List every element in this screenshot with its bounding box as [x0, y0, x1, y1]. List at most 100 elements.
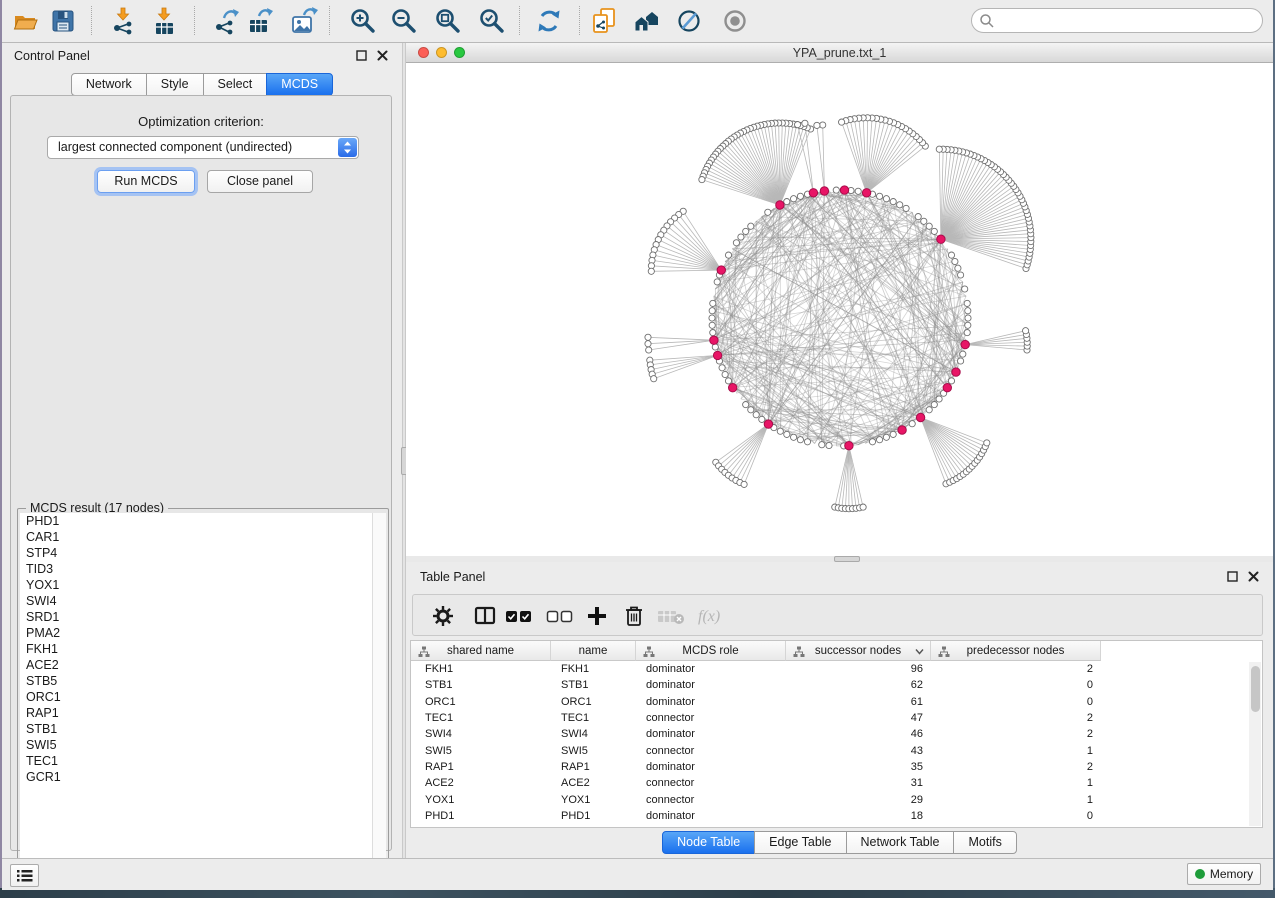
graph-node[interactable]	[710, 300, 716, 306]
graph-node[interactable]	[777, 428, 783, 434]
table-tab-motifs[interactable]: Motifs	[953, 831, 1016, 854]
zoom-fit-icon[interactable]	[434, 7, 462, 35]
mcds-result-item[interactable]: ORC1	[20, 689, 372, 705]
graph-node[interactable]	[725, 252, 731, 258]
table-row[interactable]: ORC1ORC1dominator610	[411, 694, 1249, 710]
new-network-from-selection-icon[interactable]	[590, 7, 618, 35]
mcds-result-item[interactable]: SRD1	[20, 609, 372, 625]
graph-node[interactable]	[699, 177, 705, 183]
graph-node[interactable]	[826, 442, 832, 448]
graph-hub-node[interactable]	[952, 368, 960, 376]
graph-node[interactable]	[855, 188, 861, 194]
graph-node[interactable]	[965, 308, 971, 314]
graph-node[interactable]	[948, 252, 954, 258]
mcds-result-item[interactable]: SWI4	[20, 593, 372, 609]
mcds-result-item[interactable]: ACE2	[20, 657, 372, 673]
mcds-result-list[interactable]: PHD1CAR1STP4TID3YOX1SWI4SRD1PMA2FKH1ACE2…	[20, 513, 373, 883]
tab-select[interactable]: Select	[203, 73, 268, 96]
mcds-result-scrollbar[interactable]	[372, 513, 386, 883]
graph-node[interactable]	[965, 322, 971, 328]
table-row[interactable]: TEC1TEC1connector472	[411, 710, 1249, 726]
graph-node[interactable]	[709, 322, 715, 328]
graph-node[interactable]	[958, 358, 964, 364]
graph-hub-node[interactable]	[943, 384, 951, 392]
column-header-successor-nodes[interactable]: successor nodes	[786, 641, 931, 661]
graph-node[interactable]	[648, 268, 654, 274]
graph-node[interactable]	[909, 421, 915, 427]
table-tab-node-table[interactable]: Node Table	[662, 831, 755, 854]
graph-node[interactable]	[948, 378, 954, 384]
graph-node[interactable]	[890, 431, 896, 437]
graph-node[interactable]	[962, 286, 968, 292]
mcds-result-item[interactable]: PMA2	[20, 625, 372, 641]
graph-node[interactable]	[890, 199, 896, 205]
graph-hub-node[interactable]	[729, 384, 737, 392]
delete-columns-icon[interactable]	[622, 604, 646, 628]
graph-node[interactable]	[931, 228, 937, 234]
graph-node[interactable]	[820, 122, 826, 128]
criterion-select[interactable]: largest connected component (undirected)	[47, 136, 359, 159]
memory-button[interactable]: Memory	[1187, 863, 1261, 885]
table-row[interactable]: ACE2ACE2connector311	[411, 775, 1249, 791]
graph-hub-node[interactable]	[776, 201, 784, 209]
graph-node[interactable]	[958, 272, 964, 278]
graph-node[interactable]	[753, 412, 759, 418]
graph-node[interactable]	[710, 330, 716, 336]
graph-node[interactable]	[955, 265, 961, 271]
graph-hub-node[interactable]	[764, 420, 772, 428]
deselect-all-checkboxes-icon[interactable]	[546, 604, 580, 628]
mcds-result-item[interactable]: YOX1	[20, 577, 372, 593]
mcds-result-item[interactable]: STP4	[20, 545, 372, 561]
export-image-icon[interactable]	[290, 7, 318, 35]
table-row[interactable]: SWI5SWI5connector431	[411, 742, 1249, 758]
graph-node[interactable]	[765, 209, 771, 215]
column-header-predecessor-nodes[interactable]: predecessor nodes	[931, 641, 1101, 661]
graph-node[interactable]	[960, 351, 966, 357]
export-table-icon[interactable]	[246, 7, 274, 35]
network-canvas[interactable]	[406, 63, 1273, 556]
run-mcds-button[interactable]: Run MCDS	[97, 170, 195, 193]
graph-hub-node[interactable]	[809, 189, 817, 197]
table-row[interactable]: YOX1YOX1connector291	[411, 791, 1249, 807]
graph-node[interactable]	[651, 376, 657, 382]
import-network-icon[interactable]	[109, 7, 137, 35]
graph-node[interactable]	[791, 196, 797, 202]
save-session-icon[interactable]	[49, 7, 77, 35]
open-file-icon[interactable]	[11, 7, 39, 35]
graph-node[interactable]	[877, 437, 883, 443]
graph-node[interactable]	[797, 193, 803, 199]
graph-node[interactable]	[839, 119, 845, 125]
network-window-titlebar[interactable]: YPA_prune.txt_1	[406, 43, 1273, 63]
close-panel-icon[interactable]	[377, 50, 388, 61]
tab-mcds[interactable]: MCDS	[266, 73, 333, 96]
table-scrollbar-thumb[interactable]	[1251, 666, 1260, 712]
search-field[interactable]	[971, 8, 1263, 33]
float-panel-icon[interactable]	[1227, 571, 1238, 582]
column-settings-gear-icon[interactable]	[431, 604, 455, 628]
graph-node[interactable]	[926, 407, 932, 413]
column-header-name[interactable]: name	[551, 641, 636, 661]
network-graph[interactable]	[406, 63, 1273, 556]
table-scrollbar[interactable]	[1249, 662, 1261, 826]
graph-node[interactable]	[1023, 328, 1029, 334]
graph-node[interactable]	[733, 240, 739, 246]
mcds-result-item[interactable]: RAP1	[20, 705, 372, 721]
tab-network[interactable]: Network	[71, 73, 147, 96]
tab-style[interactable]: Style	[146, 73, 204, 96]
table-row[interactable]: FKH1FKH1dominator962	[411, 661, 1249, 677]
mcds-result-item[interactable]: STB5	[20, 673, 372, 689]
column-header-MCDS-role[interactable]: MCDS role	[636, 641, 786, 661]
graph-node[interactable]	[784, 199, 790, 205]
table-tab-network-table[interactable]: Network Table	[846, 831, 955, 854]
mcds-result-item[interactable]: PHD1	[20, 513, 372, 529]
graph-node[interactable]	[915, 214, 921, 220]
graph-hub-node[interactable]	[862, 189, 870, 197]
graph-node[interactable]	[795, 122, 801, 128]
graph-hub-node[interactable]	[710, 336, 718, 344]
graph-node[interactable]	[964, 300, 970, 306]
graph-node[interactable]	[748, 223, 754, 229]
graph-node[interactable]	[759, 416, 765, 422]
show-columns-icon[interactable]	[473, 604, 497, 628]
graph-node[interactable]	[741, 481, 747, 487]
graph-node[interactable]	[883, 434, 889, 440]
